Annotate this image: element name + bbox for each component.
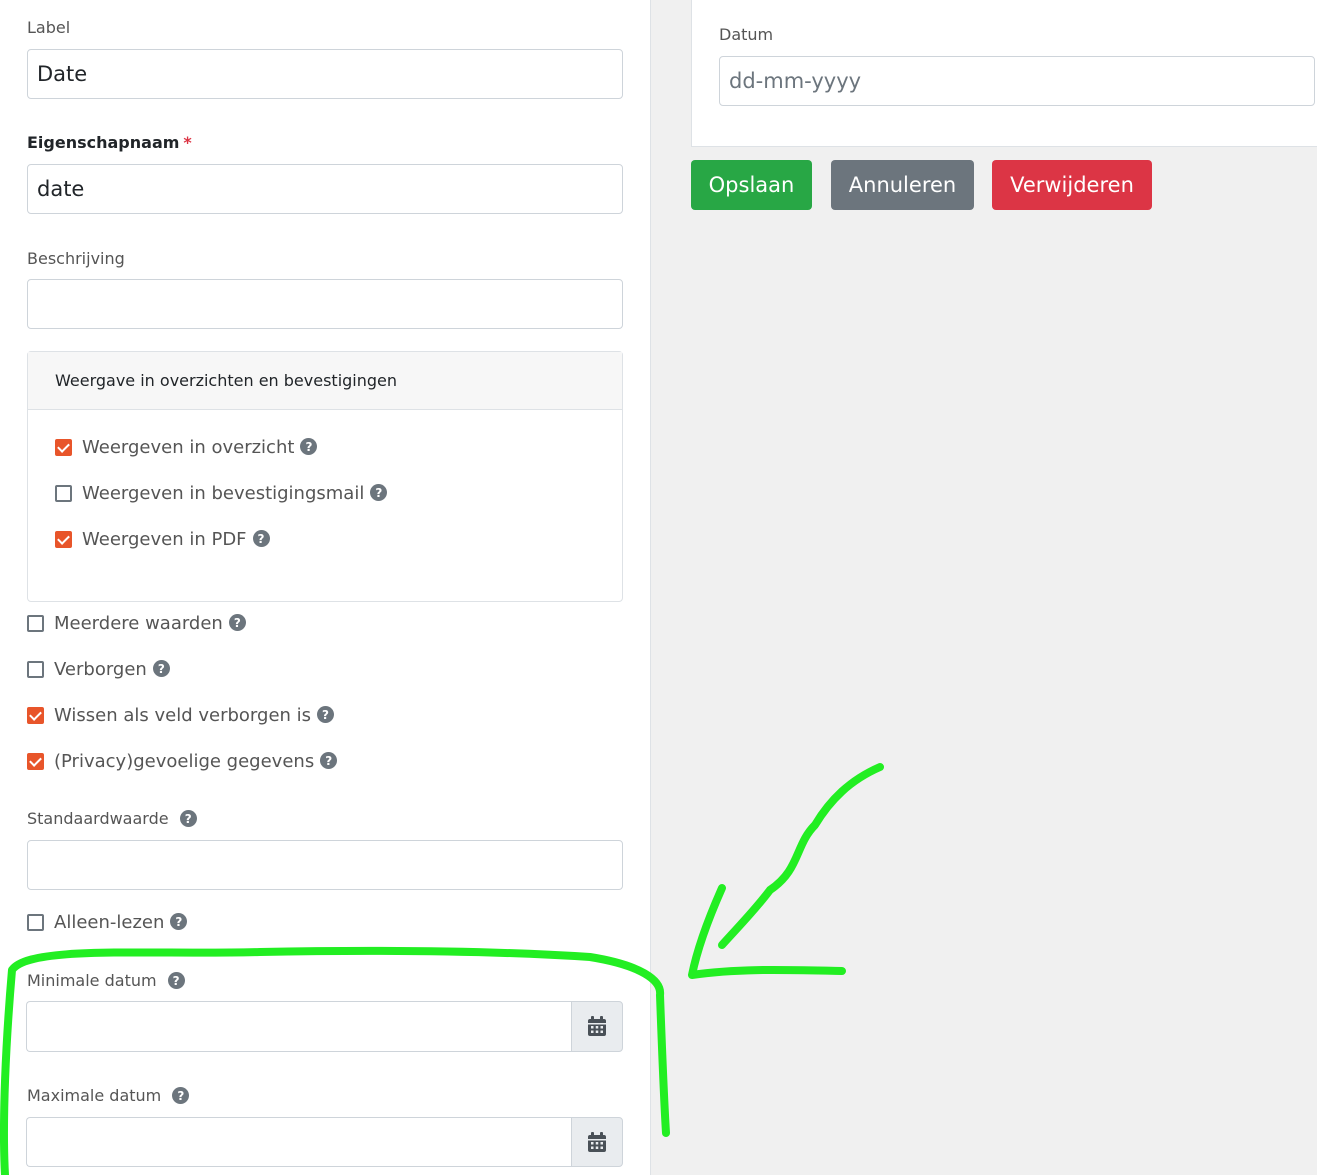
default-value-label-text: Standaardwaarde [27,809,169,828]
question-circle-icon[interactable]: ? [179,810,197,827]
question-circle-icon[interactable]: ? [300,438,318,455]
label-field-label: Label [27,18,71,37]
multiple-values-option[interactable]: Meerdere waarden ? [27,613,246,634]
required-marker: * [183,133,192,152]
property-name-label-text: Eigenschapnaam [27,133,180,152]
sensitive-data-checkbox[interactable] [27,753,44,770]
cancel-button[interactable]: Annuleren [831,160,974,210]
save-button[interactable]: Opslaan [691,160,812,210]
question-circle-icon[interactable]: ? [167,972,185,989]
read-only-checkbox[interactable] [27,914,44,931]
delete-button[interactable]: Verwijderen [992,160,1152,210]
sensitive-data-option[interactable]: (Privacy)gevoelige gegevens ? [27,751,338,772]
calendar-icon [588,1131,606,1152]
show-in-pdf-checkbox[interactable] [55,531,72,548]
max-date-label-text: Maximale datum [27,1086,162,1105]
min-date-input-group [26,1001,623,1052]
read-only-option[interactable]: Alleen-lezen ? [27,912,188,933]
default-value-label: Standaardwaarde ? [27,809,197,828]
max-date-input[interactable] [26,1117,571,1167]
hidden-label: Verborgen [54,659,147,680]
show-in-confirmation-mail-label: Weergeven in bevestigingsmail [82,483,365,504]
default-value-input[interactable] [27,840,623,890]
label-input[interactable]: Date [27,49,623,99]
show-in-pdf-option[interactable]: Weergeven in PDF ? [55,529,270,550]
show-in-overview-checkbox[interactable] [55,439,72,456]
preview-date-input[interactable]: dd-mm-yyyy [719,56,1315,106]
show-in-confirmation-mail-checkbox[interactable] [55,485,72,502]
max-date-label: Maximale datum ? [27,1086,190,1105]
show-in-overview-label: Weergeven in overzicht [82,437,295,458]
max-date-input-group [26,1117,623,1167]
display-settings-card-title: Weergave in overzichten en bevestigingen [28,352,622,410]
question-circle-icon[interactable]: ? [317,706,335,723]
preview-field-label: Datum [719,25,774,44]
max-date-calendar-button[interactable] [571,1117,623,1167]
question-circle-icon[interactable]: ? [370,484,388,501]
clear-if-hidden-label: Wissen als veld verborgen is [54,705,312,726]
multiple-values-label: Meerdere waarden [54,613,223,634]
min-date-label-text: Minimale datum [27,971,157,990]
question-circle-icon[interactable]: ? [320,752,338,769]
question-circle-icon[interactable]: ? [172,1087,190,1104]
show-in-confirmation-mail-option[interactable]: Weergeven in bevestigingsmail ? [55,483,388,504]
display-settings-card: Weergave in overzichten en bevestigingen [27,351,623,602]
property-name-label: Eigenschapnaam * [27,133,192,152]
question-circle-icon[interactable]: ? [252,530,270,547]
hidden-option[interactable]: Verborgen ? [27,659,170,680]
question-circle-icon[interactable]: ? [228,614,246,631]
sensitive-data-label: (Privacy)gevoelige gegevens [54,751,315,772]
question-circle-icon[interactable]: ? [152,660,170,677]
clear-if-hidden-checkbox[interactable] [27,707,44,724]
min-date-calendar-button[interactable] [571,1001,623,1052]
clear-if-hidden-option[interactable]: Wissen als veld verborgen is ? [27,705,335,726]
read-only-label: Alleen-lezen [54,912,165,933]
show-in-pdf-label: Weergeven in PDF [82,529,247,550]
calendar-icon [588,1016,606,1036]
description-label: Beschrijving [27,249,125,268]
multiple-values-checkbox[interactable] [27,615,44,632]
min-date-label: Minimale datum ? [27,971,185,990]
show-in-overview-option[interactable]: Weergeven in overzicht ? [55,437,318,458]
property-name-input[interactable]: date [27,164,623,214]
min-date-input[interactable] [26,1001,571,1052]
description-input[interactable] [27,279,623,329]
hidden-checkbox[interactable] [27,661,44,678]
question-circle-icon[interactable]: ? [170,913,188,930]
